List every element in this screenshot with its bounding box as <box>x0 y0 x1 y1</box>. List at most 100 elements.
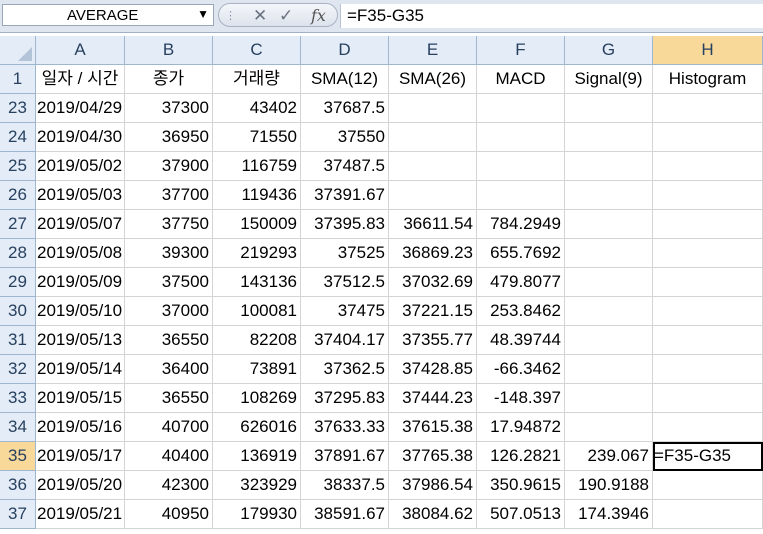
cancel-icon[interactable]: ✕ <box>253 6 267 26</box>
table-cell[interactable]: 2019/05/07 <box>36 210 125 239</box>
table-cell[interactable]: 40950 <box>125 500 213 529</box>
table-cell[interactable]: 116759 <box>213 152 301 181</box>
table-cell[interactable] <box>565 210 653 239</box>
table-cell[interactable]: 37428.85 <box>389 355 477 384</box>
table-cell[interactable]: 507.0513 <box>477 500 565 529</box>
table-cell[interactable]: 2019/05/10 <box>36 297 125 326</box>
table-cell[interactable]: -66.3462 <box>477 355 565 384</box>
table-cell[interactable]: 179930 <box>213 500 301 529</box>
table-cell[interactable] <box>565 355 653 384</box>
table-cell[interactable]: 626016 <box>213 413 301 442</box>
table-cell[interactable]: 37000 <box>125 297 213 326</box>
column-title[interactable]: MACD <box>477 65 565 94</box>
table-cell[interactable]: 73891 <box>213 355 301 384</box>
table-cell[interactable]: 37615.38 <box>389 413 477 442</box>
row-header[interactable]: 31 <box>0 326 36 355</box>
table-cell[interactable]: 253.8462 <box>477 297 565 326</box>
table-cell[interactable]: 37550 <box>301 123 389 152</box>
function-icon[interactable]: fx <box>311 6 326 25</box>
table-cell[interactable]: 2019/05/14 <box>36 355 125 384</box>
column-title[interactable]: 일자 / 시간 <box>36 65 125 94</box>
column-header-h[interactable]: H <box>653 36 763 65</box>
table-cell[interactable] <box>653 123 763 152</box>
column-header-f[interactable]: F <box>477 36 565 65</box>
table-cell[interactable]: 37032.69 <box>389 268 477 297</box>
table-cell[interactable]: 37891.67 <box>301 442 389 471</box>
formula-input[interactable]: =F35-G35 <box>340 4 763 28</box>
table-cell[interactable] <box>389 152 477 181</box>
table-cell[interactable]: 37300 <box>125 94 213 123</box>
column-header-a[interactable]: A <box>36 36 125 65</box>
table-cell[interactable]: 479.8077 <box>477 268 565 297</box>
table-cell[interactable]: 136919 <box>213 442 301 471</box>
table-cell[interactable]: 48.39744 <box>477 326 565 355</box>
table-cell[interactable]: 350.9615 <box>477 471 565 500</box>
row-header[interactable]: 29 <box>0 268 36 297</box>
table-cell[interactable]: 2019/05/08 <box>36 239 125 268</box>
table-cell[interactable]: 239.067 <box>565 442 653 471</box>
column-header-b[interactable]: B <box>125 36 213 65</box>
table-cell[interactable] <box>565 413 653 442</box>
table-cell[interactable] <box>565 181 653 210</box>
table-cell[interactable]: 38084.62 <box>389 500 477 529</box>
row-header[interactable]: 32 <box>0 355 36 384</box>
table-cell[interactable]: 37475 <box>301 297 389 326</box>
table-cell[interactable]: 2019/05/09 <box>36 268 125 297</box>
table-cell[interactable]: 36550 <box>125 384 213 413</box>
chevron-down-icon[interactable]: ▼ <box>197 7 209 21</box>
table-cell[interactable] <box>477 152 565 181</box>
table-cell[interactable]: -148.397 <box>477 384 565 413</box>
table-cell[interactable] <box>565 94 653 123</box>
column-header-e[interactable]: E <box>389 36 477 65</box>
table-cell[interactable]: 126.2821 <box>477 442 565 471</box>
column-title[interactable]: SMA(12) <box>301 65 389 94</box>
table-cell[interactable] <box>477 94 565 123</box>
table-cell[interactable]: 100081 <box>213 297 301 326</box>
table-cell[interactable]: 40400 <box>125 442 213 471</box>
table-cell[interactable]: 40700 <box>125 413 213 442</box>
table-cell[interactable]: 71550 <box>213 123 301 152</box>
table-cell[interactable]: 37221.15 <box>389 297 477 326</box>
table-cell[interactable]: 37500 <box>125 268 213 297</box>
table-cell[interactable] <box>653 210 763 239</box>
column-title[interactable]: SMA(26) <box>389 65 477 94</box>
row-header[interactable]: 26 <box>0 181 36 210</box>
table-cell[interactable]: 37404.17 <box>301 326 389 355</box>
table-cell[interactable] <box>653 384 763 413</box>
row-header[interactable]: 33 <box>0 384 36 413</box>
table-cell[interactable] <box>653 413 763 442</box>
row-header[interactable]: 35 <box>0 442 36 471</box>
row-header[interactable]: 36 <box>0 471 36 500</box>
table-cell[interactable]: 37900 <box>125 152 213 181</box>
table-cell[interactable] <box>653 152 763 181</box>
table-cell[interactable]: 174.3946 <box>565 500 653 529</box>
table-cell[interactable]: 36869.23 <box>389 239 477 268</box>
column-title[interactable]: 거래량 <box>213 65 301 94</box>
row-header[interactable]: 30 <box>0 297 36 326</box>
row-header[interactable]: 37 <box>0 500 36 529</box>
table-cell[interactable]: 37355.77 <box>389 326 477 355</box>
table-cell[interactable]: =F35-G35 <box>653 442 763 471</box>
table-cell[interactable] <box>565 326 653 355</box>
table-cell[interactable]: 37362.5 <box>301 355 389 384</box>
table-cell[interactable] <box>389 94 477 123</box>
row-header[interactable]: 27 <box>0 210 36 239</box>
table-cell[interactable]: 119436 <box>213 181 301 210</box>
table-cell[interactable]: 2019/04/30 <box>36 123 125 152</box>
table-cell[interactable]: 2019/05/02 <box>36 152 125 181</box>
table-cell[interactable]: 2019/05/17 <box>36 442 125 471</box>
table-cell[interactable]: 190.9188 <box>565 471 653 500</box>
table-cell[interactable]: 37444.23 <box>389 384 477 413</box>
column-header-d[interactable]: D <box>301 36 389 65</box>
table-cell[interactable]: 2019/05/16 <box>36 413 125 442</box>
table-cell[interactable] <box>653 268 763 297</box>
table-cell[interactable] <box>653 181 763 210</box>
name-box[interactable]: AVERAGE ▼ <box>2 4 214 26</box>
table-cell[interactable]: 36550 <box>125 326 213 355</box>
table-cell[interactable] <box>565 268 653 297</box>
table-cell[interactable] <box>389 181 477 210</box>
table-cell[interactable]: 37512.5 <box>301 268 389 297</box>
table-cell[interactable]: 37633.33 <box>301 413 389 442</box>
table-cell[interactable]: 37295.83 <box>301 384 389 413</box>
table-cell[interactable] <box>477 123 565 152</box>
